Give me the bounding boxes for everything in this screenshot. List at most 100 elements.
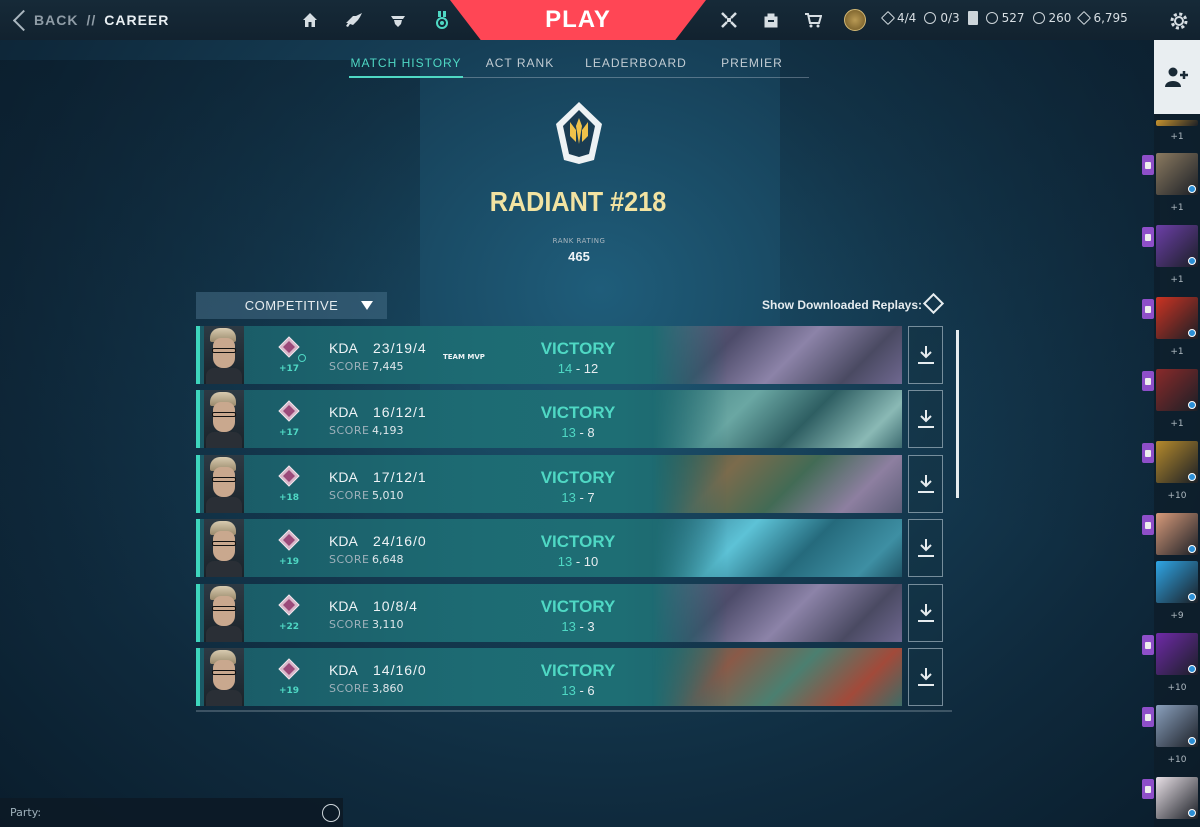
kda-label: KDA [329, 533, 358, 549]
friend-avatar[interactable] [1156, 441, 1198, 483]
friend-party-count: +9 [1170, 611, 1184, 621]
store-cart-icon[interactable] [792, 6, 834, 34]
match-history-list: +17 KDA 23/19/4 SCORE 7,445 TEAM MVP VIC… [196, 326, 959, 712]
party-chat-icon[interactable] [322, 804, 340, 822]
kingdom-credits[interactable]: 260 [1032, 11, 1071, 25]
online-status-icon [1188, 593, 1196, 601]
match-row[interactable]: +17 KDA 23/19/4 SCORE 7,445 TEAM MVP VIC… [196, 326, 902, 384]
daily-missions-value: 0/3 [940, 11, 960, 25]
home-icon[interactable] [288, 6, 332, 34]
show-replays-toggle[interactable] [922, 292, 945, 315]
friend-avatar[interactable] [1156, 297, 1198, 339]
map-thumbnail [652, 648, 902, 706]
online-status-icon [1188, 809, 1196, 817]
agent-portrait [204, 326, 244, 384]
friend-party-count: +10 [1167, 491, 1187, 501]
store-backpack-icon[interactable] [750, 6, 792, 34]
round-score: 13 - 3 [528, 619, 628, 634]
victory-stripe [196, 519, 200, 577]
agents-icon[interactable] [376, 6, 420, 34]
kda-value: 16/12/1 [373, 404, 427, 420]
daily-missions[interactable]: 0/3 [924, 11, 960, 25]
agent-portrait [204, 584, 244, 642]
rr-gain: +17 [278, 364, 300, 374]
match-list-scrollbar[interactable] [956, 330, 959, 498]
friend-avatar[interactable] [1156, 153, 1198, 195]
agent-portrait [204, 519, 244, 577]
add-friend-icon [1165, 67, 1188, 87]
settings-gear-icon[interactable] [1164, 6, 1194, 36]
rounds-won: 13 [561, 619, 576, 634]
download-replay-button[interactable] [908, 584, 943, 642]
friend-avatar[interactable] [1156, 561, 1198, 603]
download-replay-button[interactable] [908, 326, 943, 384]
account-rank-icon[interactable] [834, 6, 876, 34]
rounds-dash: - [575, 361, 581, 376]
round-score: 14 - 12 [528, 361, 628, 376]
tab-act-rank[interactable]: ACT RANK [463, 56, 577, 78]
breadcrumb-separator: // [86, 12, 97, 28]
team-mvp-badge: TEAM MVP [443, 353, 485, 361]
radianite-points[interactable]: 527 [985, 11, 1025, 25]
friend-avatar[interactable] [1156, 225, 1198, 267]
back-button[interactable]: BACK // CAREER [12, 8, 169, 32]
match-row[interactable]: +19 KDA 14/16/0 SCORE 3,860 VICTORY 13 -… [196, 648, 902, 706]
party-chat-bar[interactable]: Party: [0, 798, 343, 827]
match-row[interactable]: +19 KDA 24/16/0 SCORE 6,648 VICTORY 13 -… [196, 519, 902, 577]
rank-title: RADIANT #218 [489, 186, 667, 217]
agent-contract[interactable] [967, 11, 978, 25]
party-lock-icon [1142, 227, 1154, 247]
kda-label: KDA [329, 404, 358, 420]
friend-avatar[interactable] [1156, 777, 1198, 819]
friend-party-count: +10 [1167, 683, 1187, 693]
friend-avatar[interactable] [1156, 369, 1198, 411]
download-replay-button[interactable] [908, 519, 943, 577]
tab-match-history[interactable]: MATCH HISTORY [349, 56, 463, 78]
friend-avatar[interactable] [1156, 705, 1198, 747]
match-row[interactable]: +18 KDA 17/12/1 SCORE 5,010 VICTORY 13 -… [196, 455, 902, 513]
score-value: 3,110 [372, 618, 404, 631]
queue-dropdown[interactable]: COMPETITIVE [196, 292, 387, 319]
play-button[interactable]: PLAY [450, 0, 706, 40]
add-friend-button[interactable] [1154, 40, 1200, 114]
rounds-lost: 3 [587, 619, 595, 634]
match-result: VICTORY [540, 468, 616, 487]
map-thumbnail [652, 584, 902, 642]
friend-avatar[interactable] [1156, 633, 1198, 675]
agent-face [213, 531, 235, 561]
level-progress[interactable]: 4/4 [880, 10, 916, 26]
round-score: 13 - 6 [528, 683, 628, 698]
valorant-points[interactable]: 6,795 [1077, 10, 1128, 26]
tab-leaderboard[interactable]: LEADERBOARD [577, 56, 695, 78]
kda-label: KDA [329, 598, 358, 614]
kda-value: 24/16/0 [373, 533, 427, 549]
match-row[interactable]: +17 KDA 16/12/1 SCORE 4,193 VICTORY 13 -… [196, 390, 902, 448]
rank-diamond-icon [278, 594, 300, 616]
match-row[interactable]: +22 KDA 10/8/4 SCORE 3,110 VICTORY 13 - … [196, 584, 902, 642]
download-replay-button[interactable] [908, 455, 943, 513]
rounds-lost: 8 [587, 425, 595, 440]
daily-missions-icon [924, 12, 937, 24]
rounds-lost: 10 [583, 554, 599, 569]
rounds-dash: - [579, 425, 584, 440]
download-replay-button[interactable] [908, 390, 943, 448]
rounds-won: 13 [561, 490, 576, 505]
map-thumbnail [652, 455, 902, 513]
kda-value: 10/8/4 [373, 598, 418, 614]
friend-avatar[interactable] [1156, 120, 1198, 126]
agent-glasses [212, 606, 236, 611]
battlepass-icon[interactable] [708, 6, 750, 34]
round-score: 13 - 7 [528, 490, 628, 505]
online-status-icon [1188, 665, 1196, 673]
radianite-value: 527 [1001, 11, 1025, 25]
collection-icon[interactable] [332, 6, 376, 34]
career-icon[interactable] [420, 6, 464, 34]
download-replay-button[interactable] [908, 648, 943, 706]
rounds-won: 13 [557, 554, 573, 569]
friend-avatar[interactable] [1156, 513, 1198, 555]
victory-stripe [196, 390, 200, 448]
top-navigation-bar: BACK // CAREER PLAY 4/4 0/3 527 260 6,79… [0, 0, 1200, 40]
tab-premier[interactable]: PREMIER [695, 56, 809, 78]
party-label: Party: [10, 806, 42, 819]
match-result: VICTORY [540, 532, 616, 551]
